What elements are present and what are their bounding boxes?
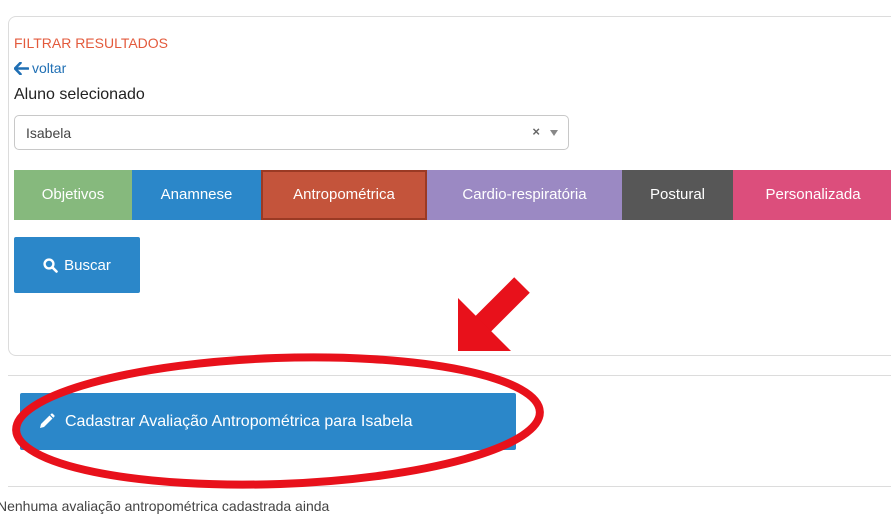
tab-antropometrica[interactable]: Antropométrica [261, 170, 427, 220]
tab-anamnese[interactable]: Anamnese [132, 170, 261, 220]
chevron-down-icon[interactable] [550, 130, 558, 136]
section-divider [8, 375, 891, 376]
student-select[interactable]: Isabela × [14, 115, 569, 150]
student-select-label: Aluno selecionado [14, 86, 145, 103]
back-link-label: voltar [32, 60, 67, 76]
student-select-value: Isabela [26, 125, 72, 141]
section-divider [8, 486, 891, 487]
tab-postural[interactable]: Postural [622, 170, 733, 220]
empty-state-message: Nenhuma avaliação antropométrica cadastr… [0, 498, 330, 514]
page: FILTRAR RESULTADOS voltar Aluno selecion… [0, 0, 891, 517]
filter-title: FILTRAR RESULTADOS [14, 35, 169, 51]
tab-cardio-respiratoria[interactable]: Cardio-respiratória [427, 170, 622, 220]
back-link[interactable]: voltar [14, 60, 66, 76]
arrow-left-icon [14, 61, 29, 75]
tab-personalizada[interactable]: Personalizada [733, 170, 891, 220]
assessment-tabs: Objetivos Anamnese Antropométrica Cardio… [14, 170, 891, 220]
pencil-icon [38, 413, 55, 430]
register-assessment-button[interactable]: Cadastrar Avaliação Antropométrica para … [20, 393, 516, 450]
clear-icon[interactable]: × [532, 124, 540, 139]
register-assessment-label: Cadastrar Avaliação Antropométrica para … [65, 412, 413, 430]
search-button[interactable]: Buscar [14, 237, 140, 293]
search-icon [43, 257, 58, 273]
tab-objetivos[interactable]: Objetivos [14, 170, 132, 220]
search-button-label: Buscar [64, 256, 111, 274]
